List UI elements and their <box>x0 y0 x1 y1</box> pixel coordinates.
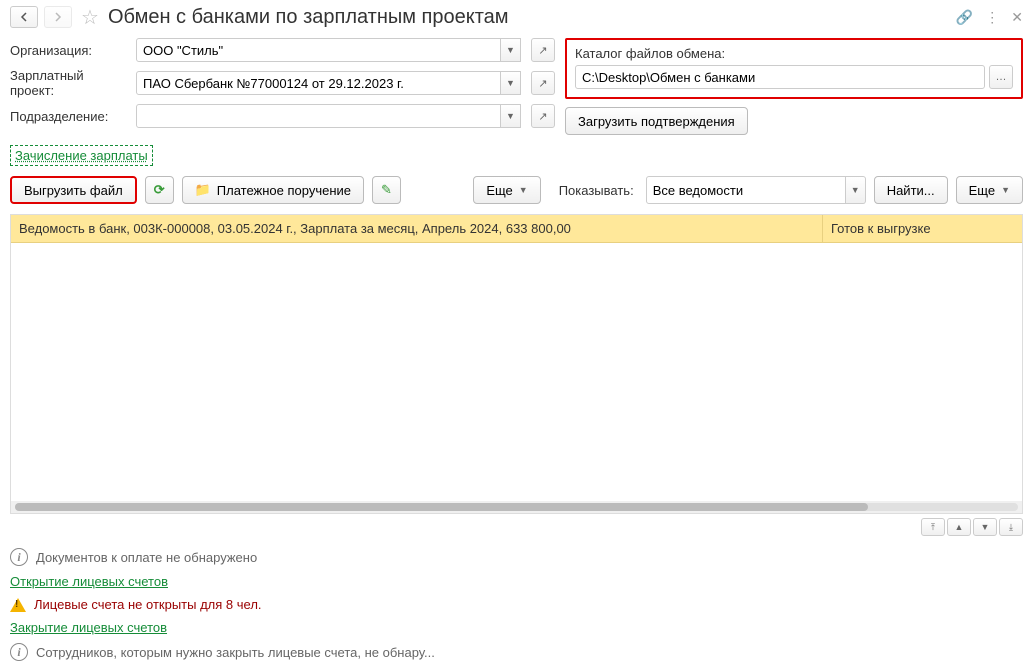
nav-forward-button[interactable] <box>44 6 72 28</box>
catalog-highlight-box: Каталог файлов обмена: … <box>565 38 1023 99</box>
load-confirmations-button[interactable]: Загрузить подтверждения <box>565 107 748 135</box>
open-accounts-link[interactable]: Открытие лицевых счетов <box>10 574 168 589</box>
kebab-menu-icon[interactable]: ⋮ <box>985 9 999 26</box>
close-icon[interactable]: ✕ <box>1011 9 1023 26</box>
show-select-dropdown-button[interactable]: ▼ <box>846 176 866 204</box>
info-icon: i <box>10 548 28 566</box>
catalog-label: Каталог файлов обмена: <box>575 46 1013 61</box>
catalog-input[interactable] <box>575 65 985 89</box>
project-input[interactable] <box>136 71 501 95</box>
show-label: Показывать: <box>559 183 634 198</box>
page-title: Обмен с банками по зарплатным проектам <box>108 6 950 29</box>
project-dropdown-button[interactable]: ▼ <box>501 71 521 95</box>
tab-salary-credit[interactable]: Зачисление зарплаты <box>10 145 153 166</box>
org-open-button[interactable]: ↗ <box>531 38 555 62</box>
payment-order-label: Платежное поручение <box>217 183 351 198</box>
row-description: Ведомость в банк, 003К-000008, 03.05.202… <box>11 215 822 242</box>
row-status: Готов к выгрузке <box>822 215 1022 242</box>
warning-icon <box>10 598 26 612</box>
catalog-browse-button[interactable]: … <box>989 65 1013 89</box>
grid-nav-first[interactable]: ⤒ <box>921 518 945 536</box>
dept-open-button[interactable]: ↗ <box>531 104 555 128</box>
show-select-input[interactable] <box>646 176 846 204</box>
arrow-right-icon <box>53 12 63 22</box>
grid-nav-down[interactable]: ▼ <box>973 518 997 536</box>
project-open-button[interactable]: ↗ <box>531 71 555 95</box>
payment-order-button[interactable]: 📁 Платежное поручение <box>182 176 364 204</box>
info-icon: i <box>10 643 28 661</box>
chevron-down-icon: ▼ <box>1001 185 1010 195</box>
accounts-not-open-text: Лицевые счета не открыты для 8 чел. <box>34 597 262 612</box>
link-icon[interactable]: 🔗 <box>956 9 973 26</box>
no-docs-text: Документов к оплате не обнаружено <box>36 550 257 565</box>
export-file-button[interactable]: Выгрузить файл <box>10 176 137 204</box>
folder-icon: 📁 <box>195 182 211 198</box>
close-accounts-link[interactable]: Закрытие лицевых счетов <box>10 620 167 635</box>
org-label: Организация: <box>10 43 130 58</box>
dept-label: Подразделение: <box>10 109 130 124</box>
find-button[interactable]: Найти... <box>874 176 948 204</box>
nav-back-button[interactable] <box>10 6 38 28</box>
more-button-2[interactable]: Еще ▼ <box>956 176 1023 204</box>
edit-button[interactable]: ✎ <box>372 176 401 204</box>
org-input[interactable] <box>136 38 501 62</box>
grid-nav-up[interactable]: ▲ <box>947 518 971 536</box>
table-row[interactable]: Ведомость в банк, 003К-000008, 03.05.202… <box>11 215 1022 243</box>
close-hint-text: Сотрудников, которым нужно закрыть лицев… <box>36 645 435 660</box>
chevron-down-icon: ▼ <box>519 185 528 195</box>
favorite-star-icon[interactable]: ☆ <box>78 5 102 29</box>
project-label: Зарплатный проект: <box>10 68 130 98</box>
arrow-left-icon <box>19 12 29 22</box>
refresh-button[interactable]: ⟳ <box>145 176 174 204</box>
org-dropdown-button[interactable]: ▼ <box>501 38 521 62</box>
grid-nav-last[interactable]: ⤓ <box>999 518 1023 536</box>
dept-input[interactable] <box>136 104 501 128</box>
documents-grid: Ведомость в банк, 003К-000008, 03.05.202… <box>10 214 1023 514</box>
dept-dropdown-button[interactable]: ▼ <box>501 104 521 128</box>
pencil-icon: ✎ <box>381 182 392 198</box>
refresh-icon: ⟳ <box>154 182 165 198</box>
more-button-1[interactable]: Еще ▼ <box>473 176 540 204</box>
horizontal-scrollbar[interactable] <box>11 501 1022 513</box>
